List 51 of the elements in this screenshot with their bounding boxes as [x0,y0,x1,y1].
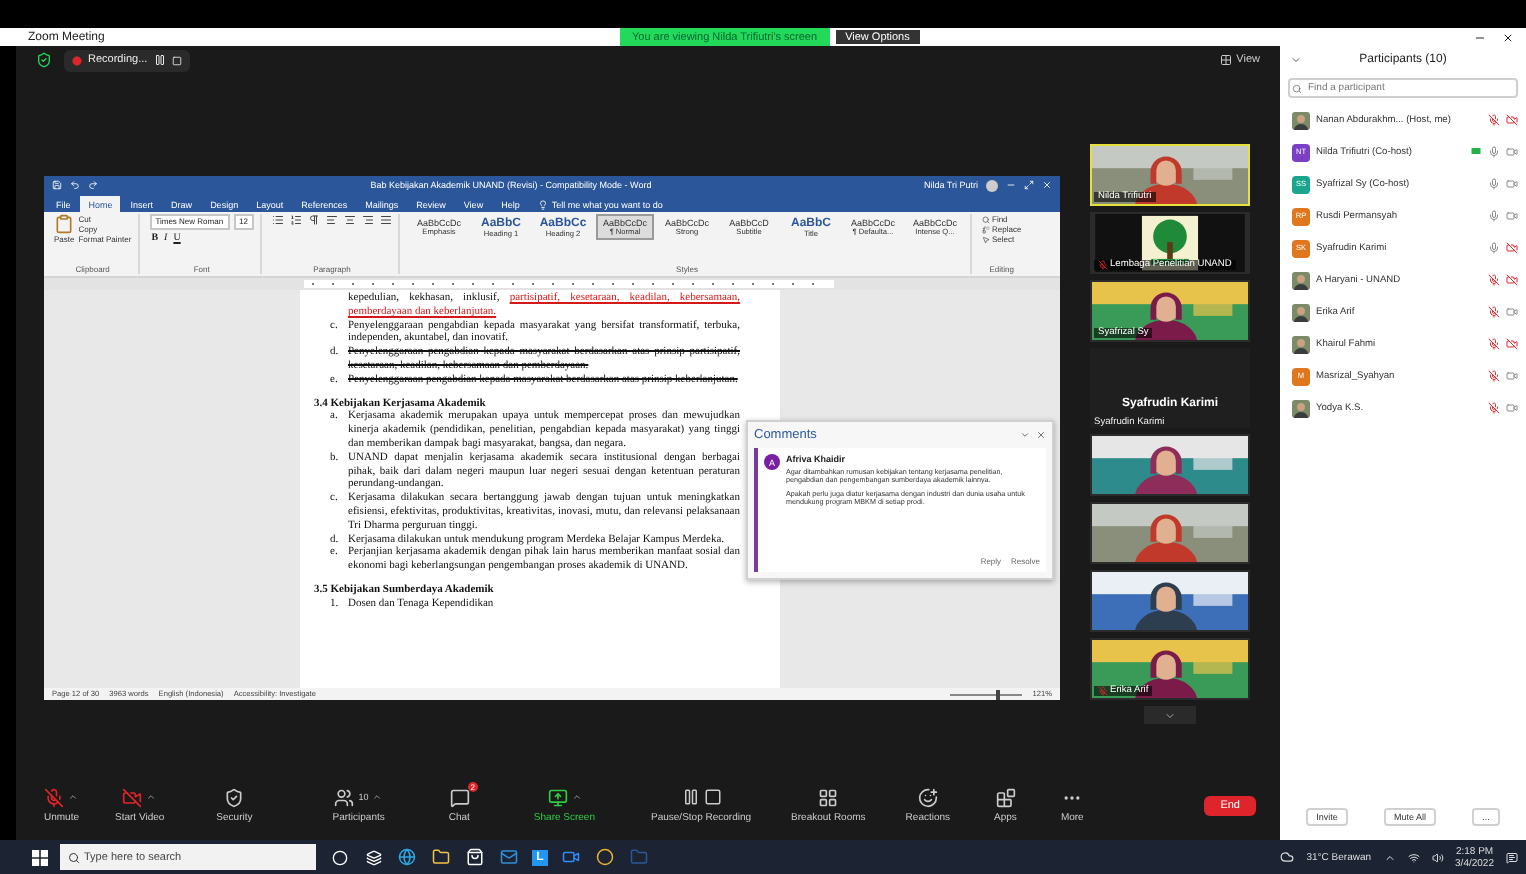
smiley-icon [917,787,938,807]
chevron-icon [1020,430,1030,440]
mail-icon [500,848,518,866]
bullets-icon [272,214,284,226]
user-avatar [986,179,998,191]
align-right-icon [362,214,374,226]
video-app-icon [562,848,580,866]
record-dot-icon [72,55,82,65]
volume-icon [1431,851,1444,863]
chevron-icon [1164,709,1176,721]
tray-icon [1383,851,1396,863]
browser-icon [398,848,416,866]
shield-icon [224,787,245,807]
task-view-icon [365,849,381,865]
search-icon [1292,83,1302,93]
minimize-icon [1006,180,1016,190]
save-icon [52,180,62,190]
people-icon [334,787,355,807]
grid-icon [818,787,839,807]
minimize-icon [1474,31,1486,43]
apps-icon [995,787,1016,807]
maximize-icon [1024,180,1034,190]
grid-icon [1220,54,1233,66]
shield-icon [36,52,52,68]
pointer-icon [982,235,990,243]
clipboard-icon [54,214,75,234]
justify-icon [380,214,392,226]
wifi-icon [1407,851,1420,863]
align-center-icon [344,214,356,226]
stop-icon [703,788,722,806]
store-icon [466,848,484,866]
zoom-slider-thumb[interactable] [995,689,1000,699]
collapse-icon [1290,54,1302,66]
pause-icon [681,788,700,806]
close-icon [1502,31,1514,43]
chat-icon [449,787,470,807]
search-icon [982,215,990,223]
align-left-icon [326,214,338,226]
search-icon [68,851,80,863]
circle-icon [331,849,347,865]
windows-logo-icon[interactable] [32,849,48,865]
numbering-icon [290,214,302,226]
folder-icon [432,848,450,866]
redo-icon [88,180,98,190]
undo-icon [70,180,80,190]
share-screen-icon [547,787,568,807]
pilcrow-icon [308,214,320,226]
lightbulb-icon [537,199,548,209]
stop-icon [171,55,182,65]
notification-icon [1506,851,1518,863]
weather-icon [1280,850,1295,864]
